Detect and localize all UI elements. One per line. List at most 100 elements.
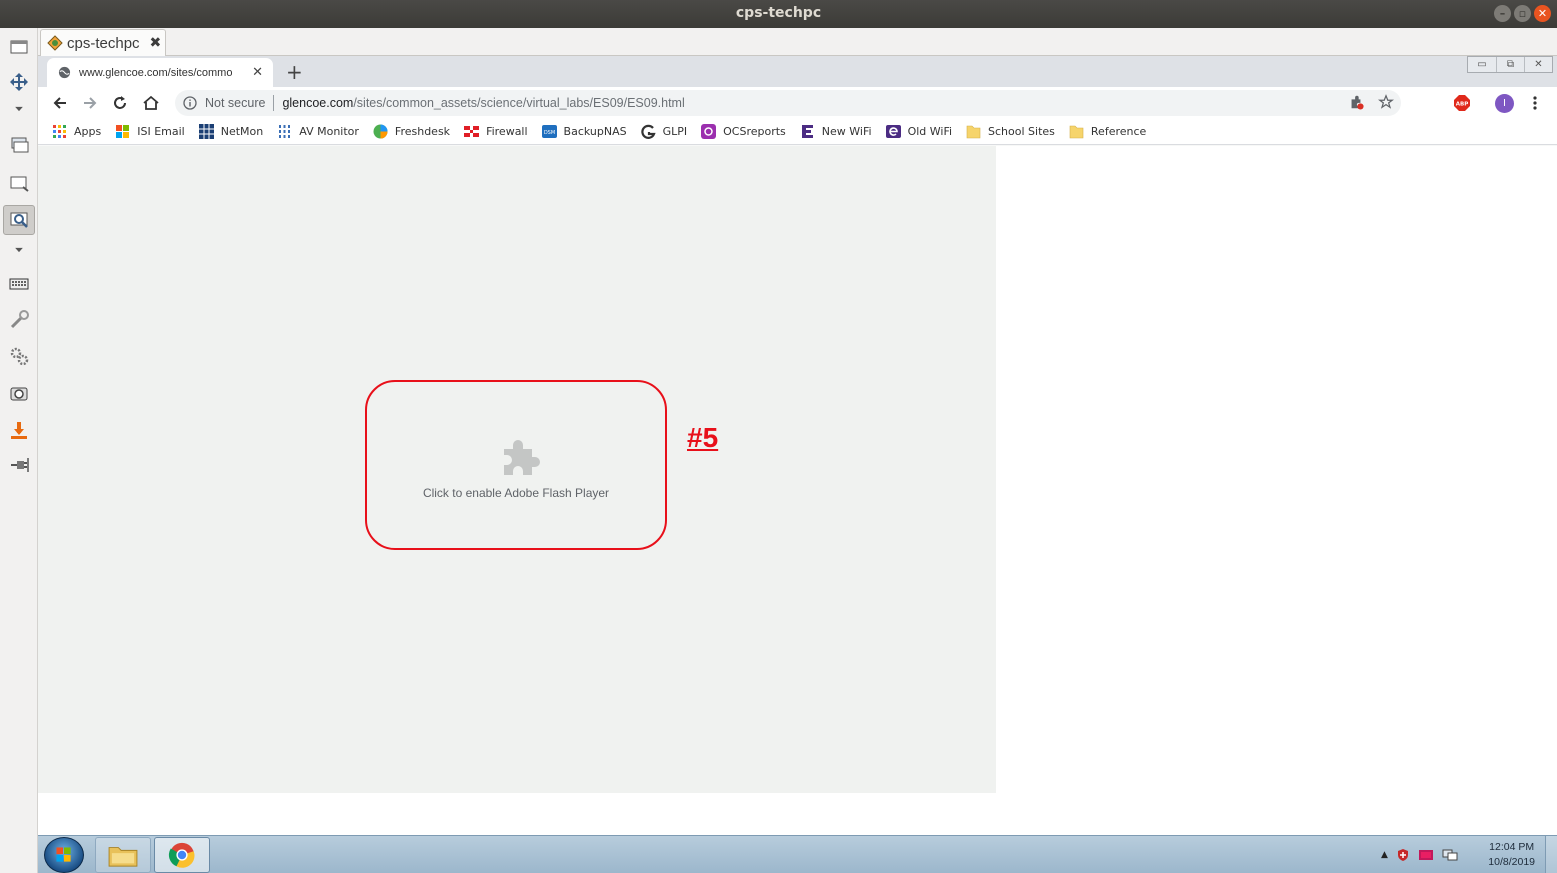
fortinet-icon [464,126,480,137]
bookmark-school-sites[interactable]: School Sites [966,124,1055,139]
bookmark-label: New WiFi [821,125,872,138]
browser-close-button[interactable]: ✕ [1524,57,1552,72]
new-tab-button[interactable]: + [286,60,303,84]
maximize-button[interactable]: ▫ [1514,5,1531,22]
bookmark-apps[interactable]: Apps [52,124,101,139]
apps-grid-icon [53,125,66,138]
ocs-icon [701,124,717,139]
windows-logo-icon [56,847,71,862]
bookmark-star-icon[interactable] [1378,94,1394,110]
close-button[interactable]: ✕ [1534,5,1551,22]
autofit-button[interactable] [3,67,35,97]
flash-plugin-placeholder[interactable]: Click to enable Adobe Flash Player [365,380,667,550]
display-tray-icon[interactable] [1442,848,1458,862]
close-session-tab-icon[interactable]: ✖ [150,35,162,51]
bookmark-label: Firewall [486,125,528,138]
browser-minimize-button[interactable]: ▭ [1468,57,1496,72]
minimize-button[interactable]: – [1494,5,1511,22]
folder-icon [1069,125,1084,139]
bookmark-ocsreports[interactable]: OCSreports [701,124,786,139]
security-shield-icon[interactable] [1396,848,1410,862]
disconnect-button[interactable] [3,450,35,480]
tools-button[interactable] [3,341,35,371]
bookmark-new-wifi[interactable]: New WiFi [800,124,872,139]
close-tab-icon[interactable]: ✕ [252,65,263,80]
enable-flash-message[interactable]: Click to enable Adobe Flash Player [367,486,665,500]
screenshot-button[interactable] [3,378,35,408]
grab-keyboard-button[interactable] [3,269,35,299]
plugin-blocked-icon[interactable] [1348,94,1364,110]
browser-window-controls: ▭ ⧉ ✕ [1467,56,1553,73]
remote-toolbar [0,28,38,873]
session-tab[interactable]: cps-techpc ✖ [40,29,166,56]
flash-embed-area: Click to enable Adobe Flash Player #5 [38,146,996,793]
home-icon[interactable] [142,94,160,112]
info-icon[interactable] [183,96,197,110]
bookmark-freshdesk[interactable]: Freshdesk [373,124,450,139]
plug-icon [11,458,29,472]
bookmark-backupnas[interactable]: DSM BackupNAS [541,124,627,139]
switch-tab-button[interactable] [3,130,35,160]
start-button[interactable] [44,837,84,873]
taskbar-chrome-button[interactable] [154,837,210,873]
clock-date: 10/8/2019 [1488,856,1535,868]
taskbar-explorer-button[interactable] [95,837,151,873]
minimize-session-button[interactable] [3,415,35,445]
back-icon[interactable] [51,94,69,112]
folder-icon [966,125,981,139]
scale-options-dropdown[interactable] [3,242,35,258]
bookmark-glpi[interactable]: GLPI [640,124,688,139]
bookmark-reference[interactable]: Reference [1069,124,1146,139]
bookmark-isi-email[interactable]: ISI Email [115,124,185,139]
toggle-fullscreen-button[interactable] [3,32,35,62]
browser-tab-strip: www.glencoe.com/sites/commo ✕ + ▭ ⧉ ✕ [38,56,1557,87]
forward-icon[interactable] [81,94,99,112]
clock-time: 12:04 PM [1489,841,1535,853]
browser-tab[interactable]: www.glencoe.com/sites/commo ✕ [47,58,273,87]
bookmark-av-monitor[interactable]: AV Monitor [277,124,359,139]
session-tab-bar: cps-techpc ✖ [38,28,1557,56]
browser-restore-button[interactable]: ⧉ [1496,57,1524,72]
svg-text:ABP: ABP [1456,102,1468,108]
network-tray-icon[interactable] [1418,848,1434,862]
gears-icon [10,347,29,366]
reload-icon[interactable] [111,94,129,112]
preferences-button[interactable] [3,305,35,335]
adblock-icon[interactable]: ABP [1453,94,1471,112]
chevron-down-icon [15,106,23,112]
bookmark-netmon[interactable]: NetMon [198,124,263,139]
chrome-logo-icon [168,842,195,868]
url-host: glencoe.com [282,96,354,110]
window-title: cps-techpc [735,5,822,21]
tools-icon [10,310,29,329]
session-tab-label: cps-techpc [67,34,140,52]
show-desktop-button[interactable] [1545,836,1557,873]
address-bar[interactable]: Not secure glencoe.com /sites/common_ass… [175,90,1401,116]
av-monitor-icon [279,125,291,138]
bookmark-label: GLPI [662,125,688,138]
bookmark-old-wifi[interactable]: Old WiFi [885,124,952,139]
window-icon [10,40,28,54]
scaled-mode-button[interactable] [3,168,35,198]
remote-connection-icon [47,35,63,51]
bookmark-label: AV Monitor [299,125,359,138]
bookmark-label: OCSreports [723,125,786,138]
menu-kebab-icon[interactable] [1527,94,1543,112]
keyboard-icon [9,278,29,290]
puzzle-piece-icon [504,440,540,475]
profile-avatar[interactable]: I [1495,94,1514,113]
magnifier-screen-icon [10,212,28,228]
page-content: Click to enable Adobe Flash Player #5 [38,146,1557,835]
show-hidden-icons-icon[interactable]: ▲ [1381,850,1388,860]
old-wifi-e-icon [885,125,901,138]
taskbar-clock[interactable]: 12:04 PM 10/8/2019 [1488,840,1535,870]
bookmark-label: ISI Email [137,125,185,138]
netmon-grid-icon [198,124,214,139]
fullscreen-options-dropdown[interactable] [3,101,35,117]
view-only-button[interactable] [3,205,35,235]
bookmark-firewall[interactable]: Firewall [464,124,528,139]
browser-tab-title: www.glencoe.com/sites/commo [79,66,233,79]
folder-icon [108,847,138,867]
step-annotation: #5 [687,422,719,453]
bookmark-label: Reference [1090,125,1147,138]
